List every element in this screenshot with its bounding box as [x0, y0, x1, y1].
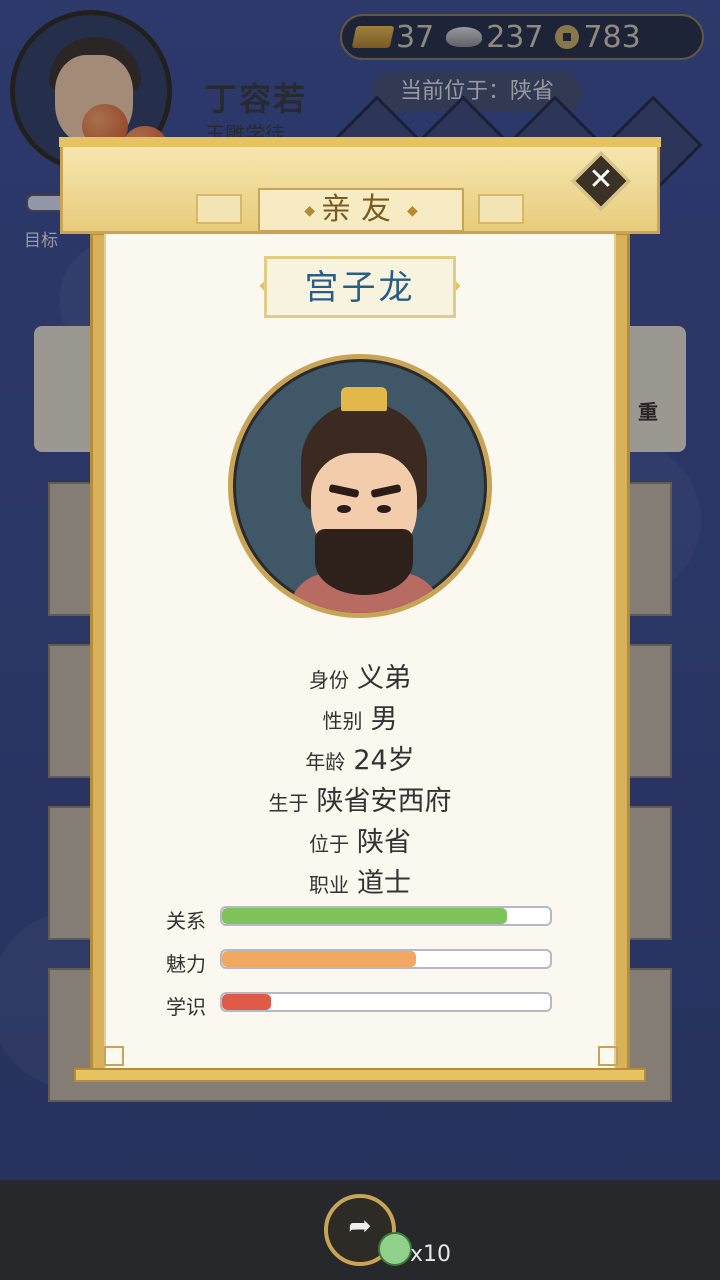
corner-ornament: [104, 1046, 124, 1066]
info-row-location: 位于 陕省: [104, 820, 616, 859]
info-value: 陕省: [357, 827, 411, 858]
modal-bottom-rod: [74, 1068, 646, 1082]
info-key: 性别: [322, 709, 363, 733]
knowledge-bar: [220, 992, 552, 1012]
info-key: 职业: [309, 873, 349, 897]
stat-label-charm: 魅力: [166, 952, 206, 976]
info-value: 男: [370, 704, 398, 735]
info-row-gender: 性别男: [104, 697, 616, 736]
info-value: 道士: [357, 868, 411, 899]
relationship-bar: [220, 906, 552, 926]
info-key: 生于: [268, 791, 309, 815]
close-icon[interactable]: ✕: [580, 158, 622, 202]
info-key: 年龄: [305, 750, 346, 774]
info-value: 24岁: [353, 745, 415, 776]
info-key: 位于: [309, 832, 349, 856]
info-row-birthplace: 生于 陕省安西府: [104, 779, 616, 818]
header-ornament-left: [196, 194, 242, 224]
info-value: 陕省安西府: [316, 786, 452, 817]
header-ornament-right: [478, 194, 524, 224]
portrait-crown: [341, 387, 387, 411]
portrait-eye-left: [337, 505, 351, 513]
stat-label-relationship: 关系: [166, 909, 206, 933]
character-portrait: [228, 354, 492, 618]
info-row-identity: 身份 义弟: [104, 656, 616, 695]
charm-bar: [220, 949, 552, 969]
info-key: 身份: [309, 668, 349, 692]
corner-ornament: [598, 1046, 618, 1066]
pet-icon: [378, 1232, 412, 1266]
stat-label-knowledge: 学识: [166, 995, 206, 1019]
character-name: 宫子龙: [264, 256, 456, 318]
modal-title: 亲友: [321, 192, 401, 227]
info-row-occupation: 职业 道士: [104, 861, 616, 900]
charm-bar-fill: [222, 951, 416, 967]
portrait-eye-right: [377, 505, 391, 513]
share-icon[interactable]: ➦: [344, 1210, 376, 1242]
knowledge-bar-fill: [222, 994, 272, 1010]
info-value: 义弟: [357, 663, 411, 694]
info-row-age: 年龄 24岁: [104, 738, 616, 777]
modal-title-plate: ◆ 亲友 ◆: [258, 188, 464, 232]
relationship-bar-fill: [222, 908, 508, 924]
portrait-beard: [315, 529, 413, 595]
item-count: x10: [410, 1242, 452, 1267]
